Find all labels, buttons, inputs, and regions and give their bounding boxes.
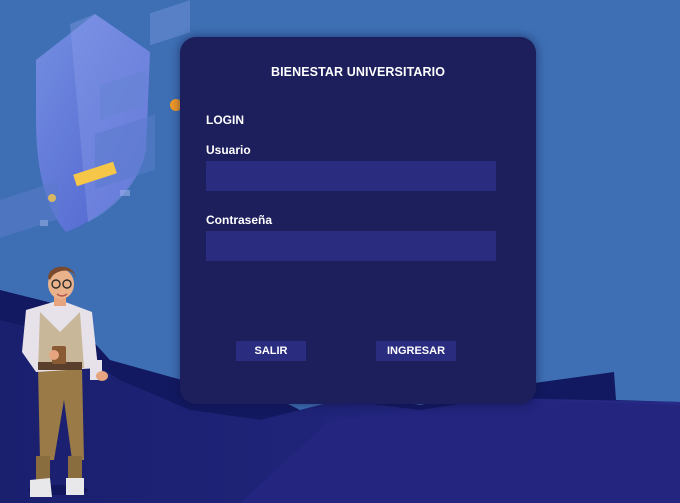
app-title: BIENESTAR UNIVERSITARIO <box>270 65 446 79</box>
username-input[interactable] <box>206 161 496 191</box>
password-label: Contraseña <box>206 213 273 227</box>
login-button[interactable]: INGRESAR <box>376 341 456 361</box>
login-panel: BIENESTAR UNIVERSITARIO LOGIN Usuario Co… <box>180 37 536 404</box>
exit-button[interactable]: SALIR <box>236 341 306 361</box>
username-label: Usuario <box>206 143 251 157</box>
login-heading: LOGIN <box>206 113 244 127</box>
password-input[interactable] <box>206 231 496 261</box>
